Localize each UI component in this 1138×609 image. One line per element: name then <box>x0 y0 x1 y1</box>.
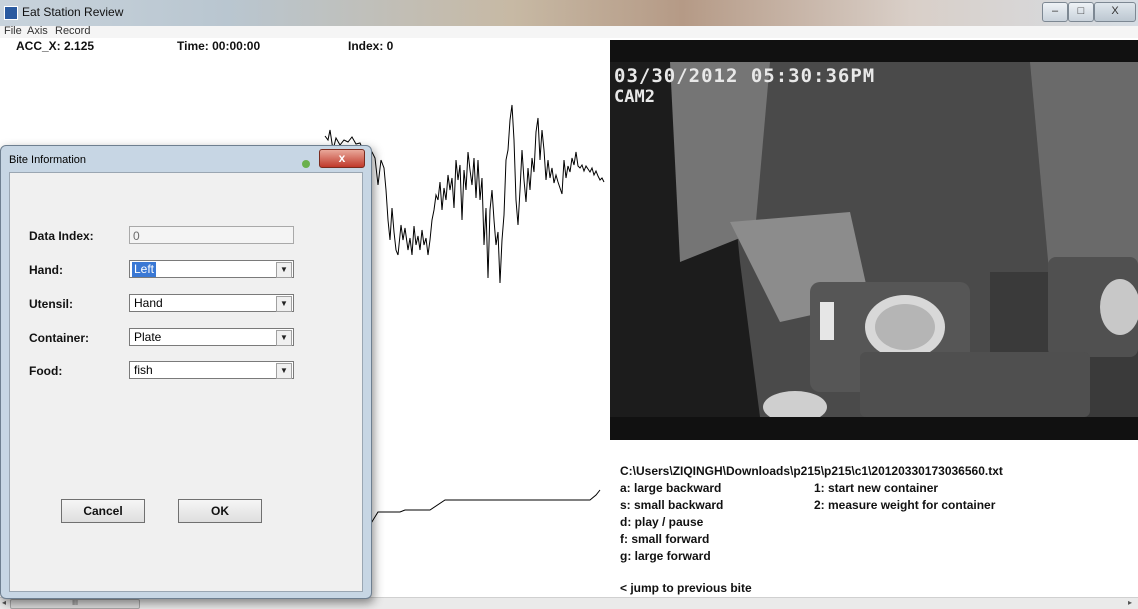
menu-file[interactable]: File <box>4 25 22 37</box>
maximize-button[interactable]: □ <box>1068 2 1094 22</box>
menu-bar: File Axis Record <box>0 25 1138 38</box>
food-label: Food: <box>29 364 63 378</box>
dialog-body: Data Index: 0 Hand: Left ▼ Utensil: Hand… <box>9 172 363 592</box>
help-play-pause: d: play / pause <box>620 515 704 529</box>
video-camera-label: CAM2 <box>614 87 655 107</box>
container-select[interactable]: Plate ▼ <box>129 328 294 346</box>
utensil-label: Utensil: <box>29 297 74 311</box>
container-select-value: Plate <box>134 330 162 344</box>
help-small-backward: s: small backward <box>620 498 724 512</box>
scroll-right-arrow-icon[interactable]: ▸ <box>1128 598 1132 607</box>
chevron-down-icon[interactable]: ▼ <box>276 262 292 278</box>
chevron-down-icon[interactable]: ▼ <box>276 296 292 312</box>
dialog-title: Bite Information <box>9 154 87 166</box>
hand-select[interactable]: Left ▼ <box>129 260 294 278</box>
bite-information-dialog: Bite Information x Data Index: 0 Hand: L… <box>0 145 372 599</box>
help-large-forward: g: large forward <box>620 549 711 563</box>
container-label: Container: <box>29 331 89 345</box>
title-bar: Eat Station Review – □ X <box>0 0 1138 26</box>
close-window-button[interactable]: X <box>1094 2 1136 22</box>
cancel-button[interactable]: Cancel <box>61 499 145 523</box>
chevron-down-icon[interactable]: ▼ <box>276 330 292 346</box>
scroll-left-arrow-icon[interactable]: ◂ <box>2 598 6 607</box>
hand-label: Hand: <box>29 263 63 277</box>
camera-frame-image <box>610 62 1138 417</box>
ok-button[interactable]: OK <box>178 499 262 523</box>
utensil-select[interactable]: Hand ▼ <box>129 294 294 312</box>
video-panel[interactable]: 03/30/2012 05:30:36PM CAM2 <box>610 40 1138 440</box>
video-timestamp: 03/30/2012 05:30:36PM <box>614 65 876 87</box>
data-index-label: Data Index: <box>29 229 94 243</box>
jump-previous-bite[interactable]: < jump to previous bite <box>620 581 752 595</box>
menu-axis[interactable]: Axis <box>27 25 48 37</box>
chevron-down-icon[interactable]: ▼ <box>276 363 292 379</box>
hand-select-value: Left <box>132 262 157 277</box>
window-title: Eat Station Review <box>22 5 124 19</box>
dialog-close-button[interactable]: x <box>319 149 365 168</box>
file-path: C:\Users\ZIQINGH\Downloads\p215\p215\c1\… <box>620 464 1003 478</box>
status-dot-icon <box>302 160 310 168</box>
data-index-field[interactable]: 0 <box>129 226 294 244</box>
menu-record[interactable]: Record <box>55 25 90 37</box>
app-icon <box>4 6 18 20</box>
help-new-container: 1: start new container <box>814 481 939 495</box>
food-select-value: fish <box>134 363 153 377</box>
help-small-forward: f: small forward <box>620 532 710 546</box>
weight-trace <box>359 489 601 536</box>
help-large-backward: a: large backward <box>620 481 722 495</box>
help-measure-weight: 2: measure weight for container <box>814 498 996 512</box>
food-select[interactable]: fish ▼ <box>129 361 294 379</box>
utensil-select-value: Hand <box>134 296 163 310</box>
minimize-button[interactable]: – <box>1042 2 1068 22</box>
